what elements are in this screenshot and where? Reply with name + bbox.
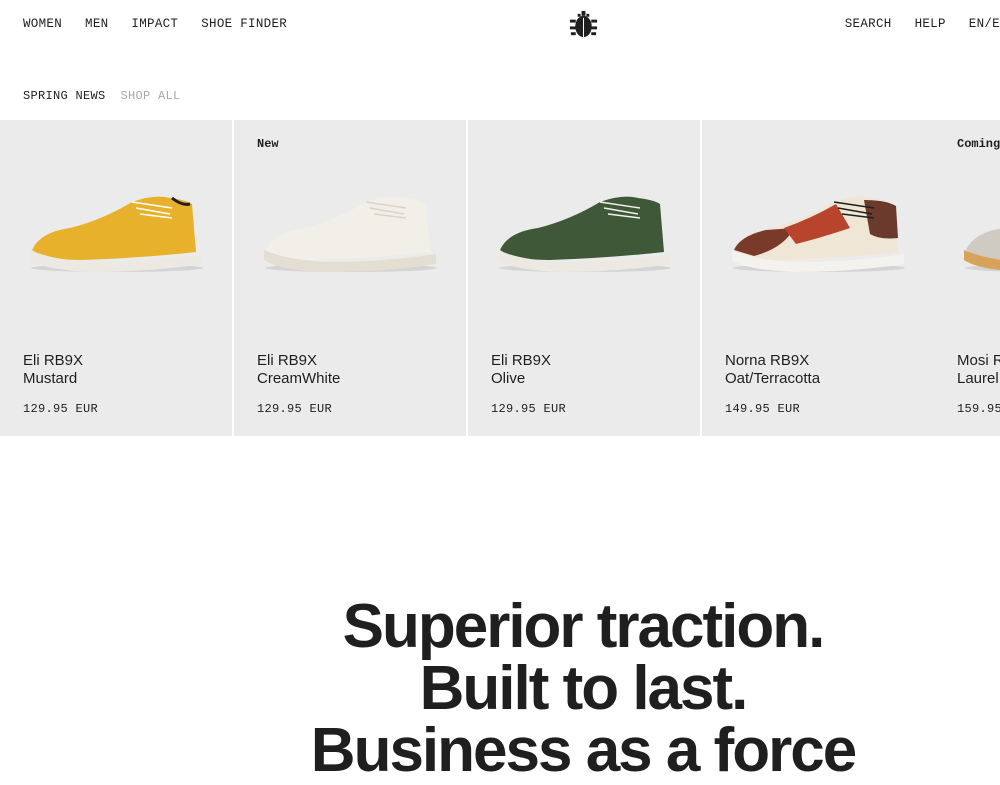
site-header: WOMEN MEN IMPACT SHOE FINDER SEARCH HELP… bbox=[0, 0, 1000, 48]
product-card[interactable]: Eli RB9X Mustard 129.95 EUR bbox=[0, 120, 232, 436]
product-name: Eli RB9X Mustard bbox=[23, 352, 83, 388]
product-color: CreamWhite bbox=[257, 370, 341, 387]
hero-line-3: Business as a force bbox=[310, 716, 857, 785]
shoe-image bbox=[964, 228, 1000, 272]
product-color: Oat/Terracotta bbox=[725, 370, 821, 387]
product-model: Eli RB9X bbox=[257, 352, 318, 369]
shoe-image bbox=[498, 196, 671, 272]
product-color: Laurel bbox=[957, 370, 999, 387]
product-price: 159.95 bbox=[957, 402, 1000, 416]
product-price: 129.95 EUR bbox=[491, 402, 567, 416]
tab-spring-news[interactable]: SPRING NEWS bbox=[23, 89, 106, 103]
main-nav: WOMEN MEN IMPACT SHOE FINDER bbox=[23, 17, 310, 31]
product-price: 129.95 EUR bbox=[257, 402, 333, 416]
product-name: Norna RB9X Oat/Terracotta bbox=[725, 352, 820, 388]
coming-soon-badge: Coming bbox=[957, 137, 1000, 151]
product-color: Mustard bbox=[23, 370, 78, 387]
product-price: 129.95 EUR bbox=[23, 402, 99, 416]
product-name: Eli RB9X Olive bbox=[491, 352, 551, 388]
product-model: Mosi R bbox=[957, 352, 1000, 369]
product-model: Norna RB9X bbox=[725, 352, 810, 369]
nav-help[interactable]: HELP bbox=[915, 17, 946, 31]
hero-line-2: Built to last. bbox=[419, 654, 749, 723]
collection-tabs: SPRING NEWS SHOP ALL bbox=[23, 89, 196, 103]
nav-men[interactable]: MEN bbox=[85, 17, 108, 31]
product-carousel: Eli RB9X Mustard 129.95 EUR New Eli RB9X… bbox=[0, 120, 1000, 436]
product-card[interactable]: Coming Mosi R Laurel 159.95 bbox=[934, 120, 1000, 436]
hero-line-1: Superior traction. bbox=[342, 592, 826, 661]
product-card[interactable]: New Eli RB9X CreamWhite 129.95 EUR bbox=[234, 120, 466, 436]
utility-nav: SEARCH HELP EN/E bbox=[822, 17, 1000, 31]
nav-shoe-finder[interactable]: SHOE FINDER bbox=[201, 17, 287, 31]
nav-search[interactable]: SEARCH bbox=[845, 17, 892, 31]
new-badge: New bbox=[257, 137, 279, 151]
product-name: Eli RB9X CreamWhite bbox=[257, 352, 340, 388]
shoe-image bbox=[732, 196, 905, 272]
beetle-logo-icon[interactable] bbox=[568, 9, 599, 40]
product-card[interactable]: Norna RB9X Oat/Terracotta 149.95 EUR bbox=[702, 120, 934, 436]
tab-shop-all[interactable]: SHOP ALL bbox=[121, 89, 181, 103]
language-selector[interactable]: EN/E bbox=[969, 17, 1000, 31]
product-color: Olive bbox=[491, 370, 526, 387]
shoe-image bbox=[30, 196, 203, 272]
hero-headline: Superior traction. Built to last. Busine… bbox=[0, 596, 1000, 782]
product-price: 149.95 EUR bbox=[725, 402, 801, 416]
product-name: Mosi R Laurel bbox=[957, 352, 1000, 388]
product-card[interactable]: Eli RB9X Olive 129.95 EUR bbox=[468, 120, 700, 436]
product-model: Eli RB9X bbox=[23, 352, 84, 369]
nav-impact[interactable]: IMPACT bbox=[131, 17, 178, 31]
nav-women[interactable]: WOMEN bbox=[23, 17, 62, 31]
shoe-image bbox=[264, 196, 437, 272]
product-model: Eli RB9X bbox=[491, 352, 552, 369]
